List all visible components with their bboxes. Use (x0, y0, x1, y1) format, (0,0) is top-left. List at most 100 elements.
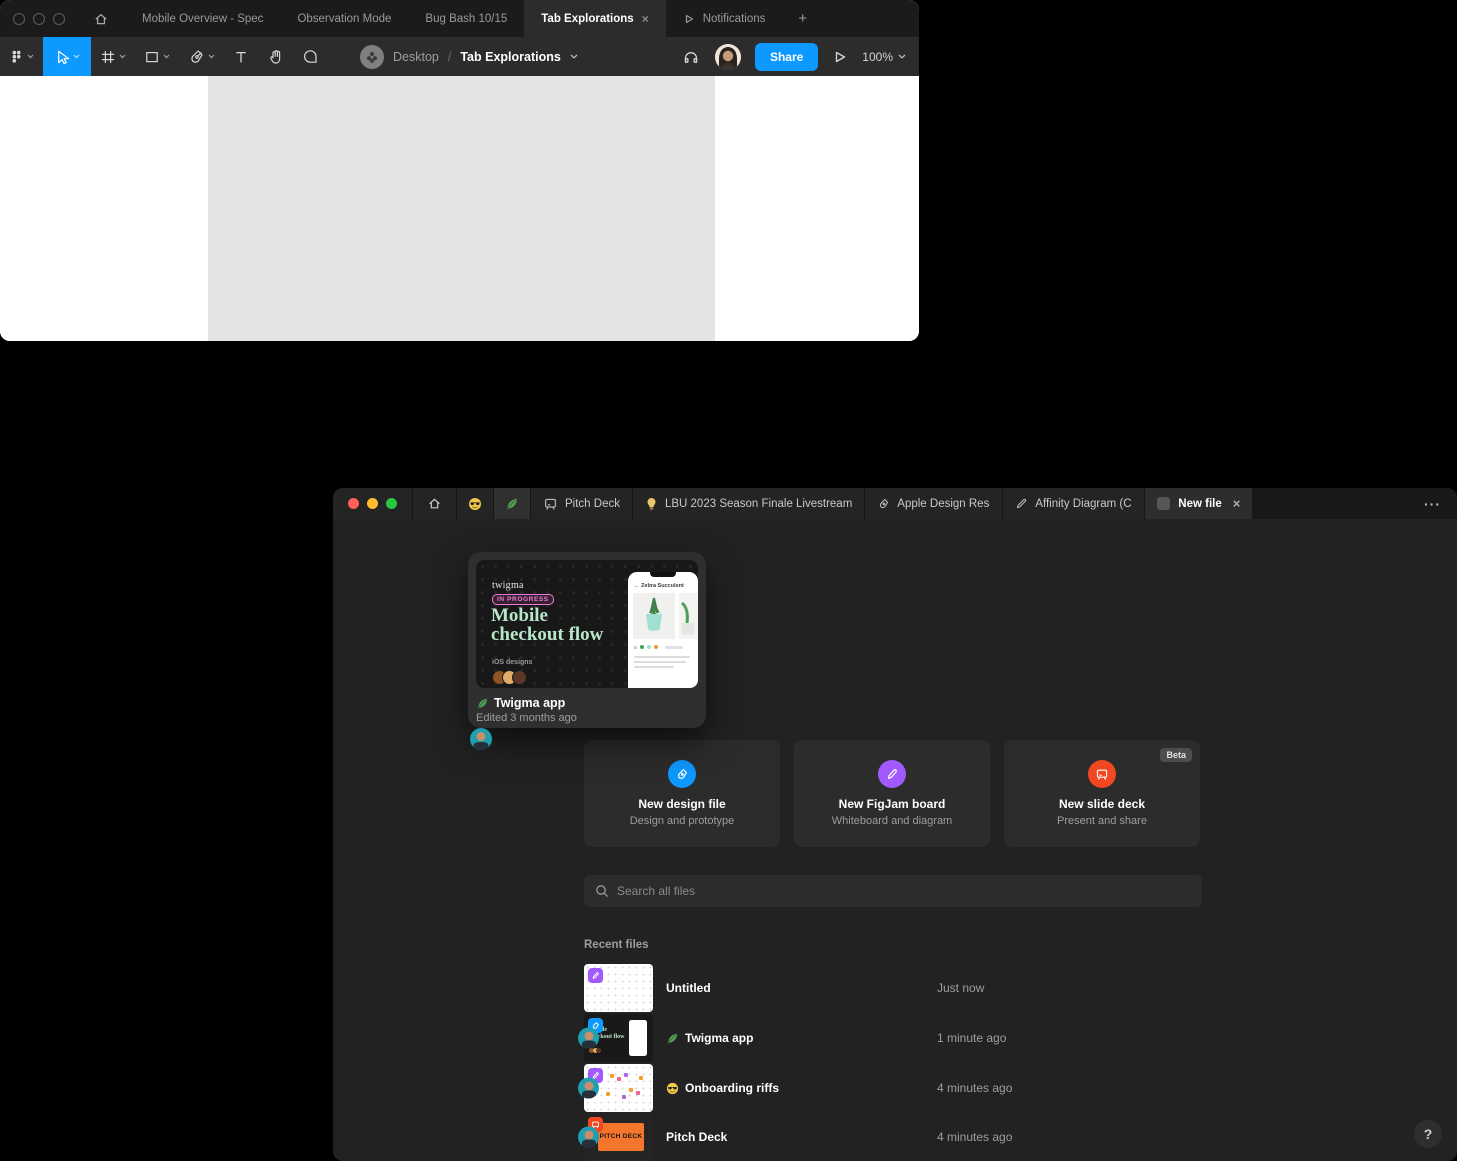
chevron-down-icon (898, 54, 906, 59)
tab-new-file-active[interactable]: New file × (1145, 488, 1252, 519)
file-time: 1 minute ago (937, 1031, 1006, 1045)
tab-lbu-livestream[interactable]: LBU 2023 Season Finale Livestream (633, 488, 865, 519)
recent-file-row[interactable]: PITCH DECK Pitch Deck 4 minutes ago (584, 1113, 1202, 1161)
recent-file-row[interactable]: Mobile checkout flow Twigma app 1 minute… (584, 1014, 1202, 1062)
editor-toolbar: Desktop / Tab Explorations Share 100% (0, 37, 919, 76)
card-title: New design file (638, 797, 725, 811)
file-name-text: Twigma app (494, 696, 565, 710)
chevron-down-icon[interactable] (570, 54, 578, 59)
plant-photo-2 (679, 593, 698, 639)
headphones-icon[interactable] (681, 47, 701, 67)
lightbulb-icon (645, 497, 658, 511)
move-tool-button-selected[interactable] (43, 37, 91, 76)
tab-onboarding-riffs-collapsed[interactable] (457, 488, 494, 519)
file-time: Just now (937, 981, 984, 995)
tab-label: Bug Bash 10/15 (425, 13, 507, 25)
avatar (512, 670, 527, 685)
pen-tool-button[interactable] (179, 37, 224, 76)
help-button[interactable]: ? (1414, 1120, 1442, 1148)
tab-label: Mobile Overview - Spec (142, 13, 263, 25)
breadcrumb-separator: / (448, 50, 451, 64)
tab-twigma-app-collapsed-hovered[interactable] (494, 488, 531, 519)
home-tab[interactable] (413, 488, 457, 519)
text-tool-button[interactable] (224, 37, 258, 76)
team-avatar[interactable] (360, 45, 384, 69)
present-icon[interactable] (832, 49, 848, 65)
main-menu-button[interactable] (0, 37, 43, 76)
new-tab-button[interactable]: + (782, 0, 823, 37)
collaborator-avatars (492, 670, 522, 685)
breadcrumb-project[interactable]: Desktop (393, 50, 439, 64)
figma-file-browser-window: Pitch Deck LBU 2023 Season Finale Livest… (333, 488, 1457, 1161)
breadcrumb-file-name[interactable]: Tab Explorations (460, 50, 560, 64)
tab-label: New file (1178, 498, 1221, 510)
zoom-level-value: 100% (862, 50, 893, 64)
minimize-window-button[interactable] (33, 13, 45, 25)
tab-notifications[interactable]: Notifications (666, 0, 783, 37)
file-time: 4 minutes ago (937, 1081, 1012, 1095)
tab-observation-mode[interactable]: Observation Mode (280, 0, 408, 37)
tab-tab-explorations-active[interactable]: Tab Explorations × (524, 0, 665, 37)
card-subtitle: Design and prototype (630, 815, 735, 827)
comment-tool-button[interactable] (293, 37, 328, 76)
tab-label: Notifications (703, 13, 766, 25)
tab-apple-design-resources[interactable]: Apple Design Resources (865, 488, 1003, 519)
zoom-window-button[interactable] (53, 13, 65, 25)
home-icon (93, 11, 109, 27)
home-tab[interactable] (79, 0, 125, 37)
hand-tool-button[interactable] (258, 37, 293, 76)
pen-nib-icon (188, 48, 205, 65)
tab-pitch-deck[interactable]: Pitch Deck (531, 488, 633, 519)
new-figjam-board-card[interactable]: New FigJam board Whiteboard and diagram (794, 740, 990, 847)
status-badge: IN PROGRESS (492, 594, 554, 605)
tab-bug-bash[interactable]: Bug Bash 10/15 (408, 0, 524, 37)
pencil-icon (1015, 497, 1028, 510)
close-tab-icon[interactable]: × (642, 12, 649, 26)
close-window-button[interactable] (13, 13, 25, 25)
window-controls (0, 0, 79, 37)
breadcrumb: Desktop / Tab Explorations (360, 37, 578, 76)
card-subtitle: Whiteboard and diagram (832, 815, 952, 827)
thumb-brand-text: twigma (492, 580, 524, 591)
file-thumbnail: twigma IN PROGRESS Mobilecheckout flow i… (476, 560, 698, 688)
tab-mobile-overview-spec[interactable]: Mobile Overview - Spec (125, 0, 280, 37)
shape-tool-button[interactable] (135, 37, 179, 76)
overflow-menu-icon[interactable]: ··· (1424, 496, 1441, 512)
file-hover-preview-card[interactable]: twigma IN PROGRESS Mobilecheckout flow i… (468, 552, 706, 728)
sunglasses-emoji (468, 497, 482, 511)
new-file-cards-row: New design file Design and prototype New… (584, 740, 1200, 847)
editor-avatar (578, 1127, 599, 1148)
comment-bubble-icon (302, 48, 319, 65)
browser-tab-bar: Pitch Deck LBU 2023 Season Finale Livest… (333, 488, 1457, 519)
editor-canvas[interactable] (0, 76, 919, 341)
new-design-file-card[interactable]: New design file Design and prototype (584, 740, 780, 847)
file-name: Untitled (666, 981, 711, 995)
close-window-button[interactable] (348, 498, 359, 509)
recent-files-heading: Recent files (584, 939, 649, 951)
card-title: New FigJam board (839, 797, 946, 811)
zoom-window-button[interactable] (386, 498, 397, 509)
share-button[interactable]: Share (755, 43, 818, 71)
hand-icon (267, 48, 284, 65)
file-thumbnail (584, 964, 653, 1012)
tab-label: Pitch Deck (565, 498, 620, 510)
user-avatar[interactable] (715, 44, 741, 70)
tab-affinity-diagram-copy[interactable]: Affinity Diagram (Copy) (1003, 488, 1145, 519)
feather-emoji (666, 1032, 679, 1045)
recent-file-row[interactable]: Onboarding riffs 4 minutes ago (584, 1064, 1202, 1112)
editor-tab-bar: Mobile Overview - Spec Observation Mode … (0, 0, 919, 37)
beta-badge: Beta (1160, 748, 1192, 762)
frame-tool-button[interactable] (91, 37, 135, 76)
search-input[interactable] (617, 884, 1191, 898)
tab-bar-spacer: ··· (1252, 488, 1457, 519)
close-tab-icon[interactable]: × (1233, 496, 1241, 511)
phone-screen-title: ← Zebra Succulent (634, 583, 684, 589)
search-bar[interactable] (584, 875, 1202, 907)
zoom-level-control[interactable]: 100% (862, 50, 906, 64)
new-slide-deck-card[interactable]: Beta New slide deck Present and share (1004, 740, 1200, 847)
minimize-window-button[interactable] (367, 498, 378, 509)
file-name: Twigma app (666, 1031, 753, 1045)
canvas-frame[interactable] (208, 76, 715, 341)
home-icon (427, 496, 442, 511)
recent-file-row[interactable]: Untitled Just now (584, 964, 1202, 1012)
